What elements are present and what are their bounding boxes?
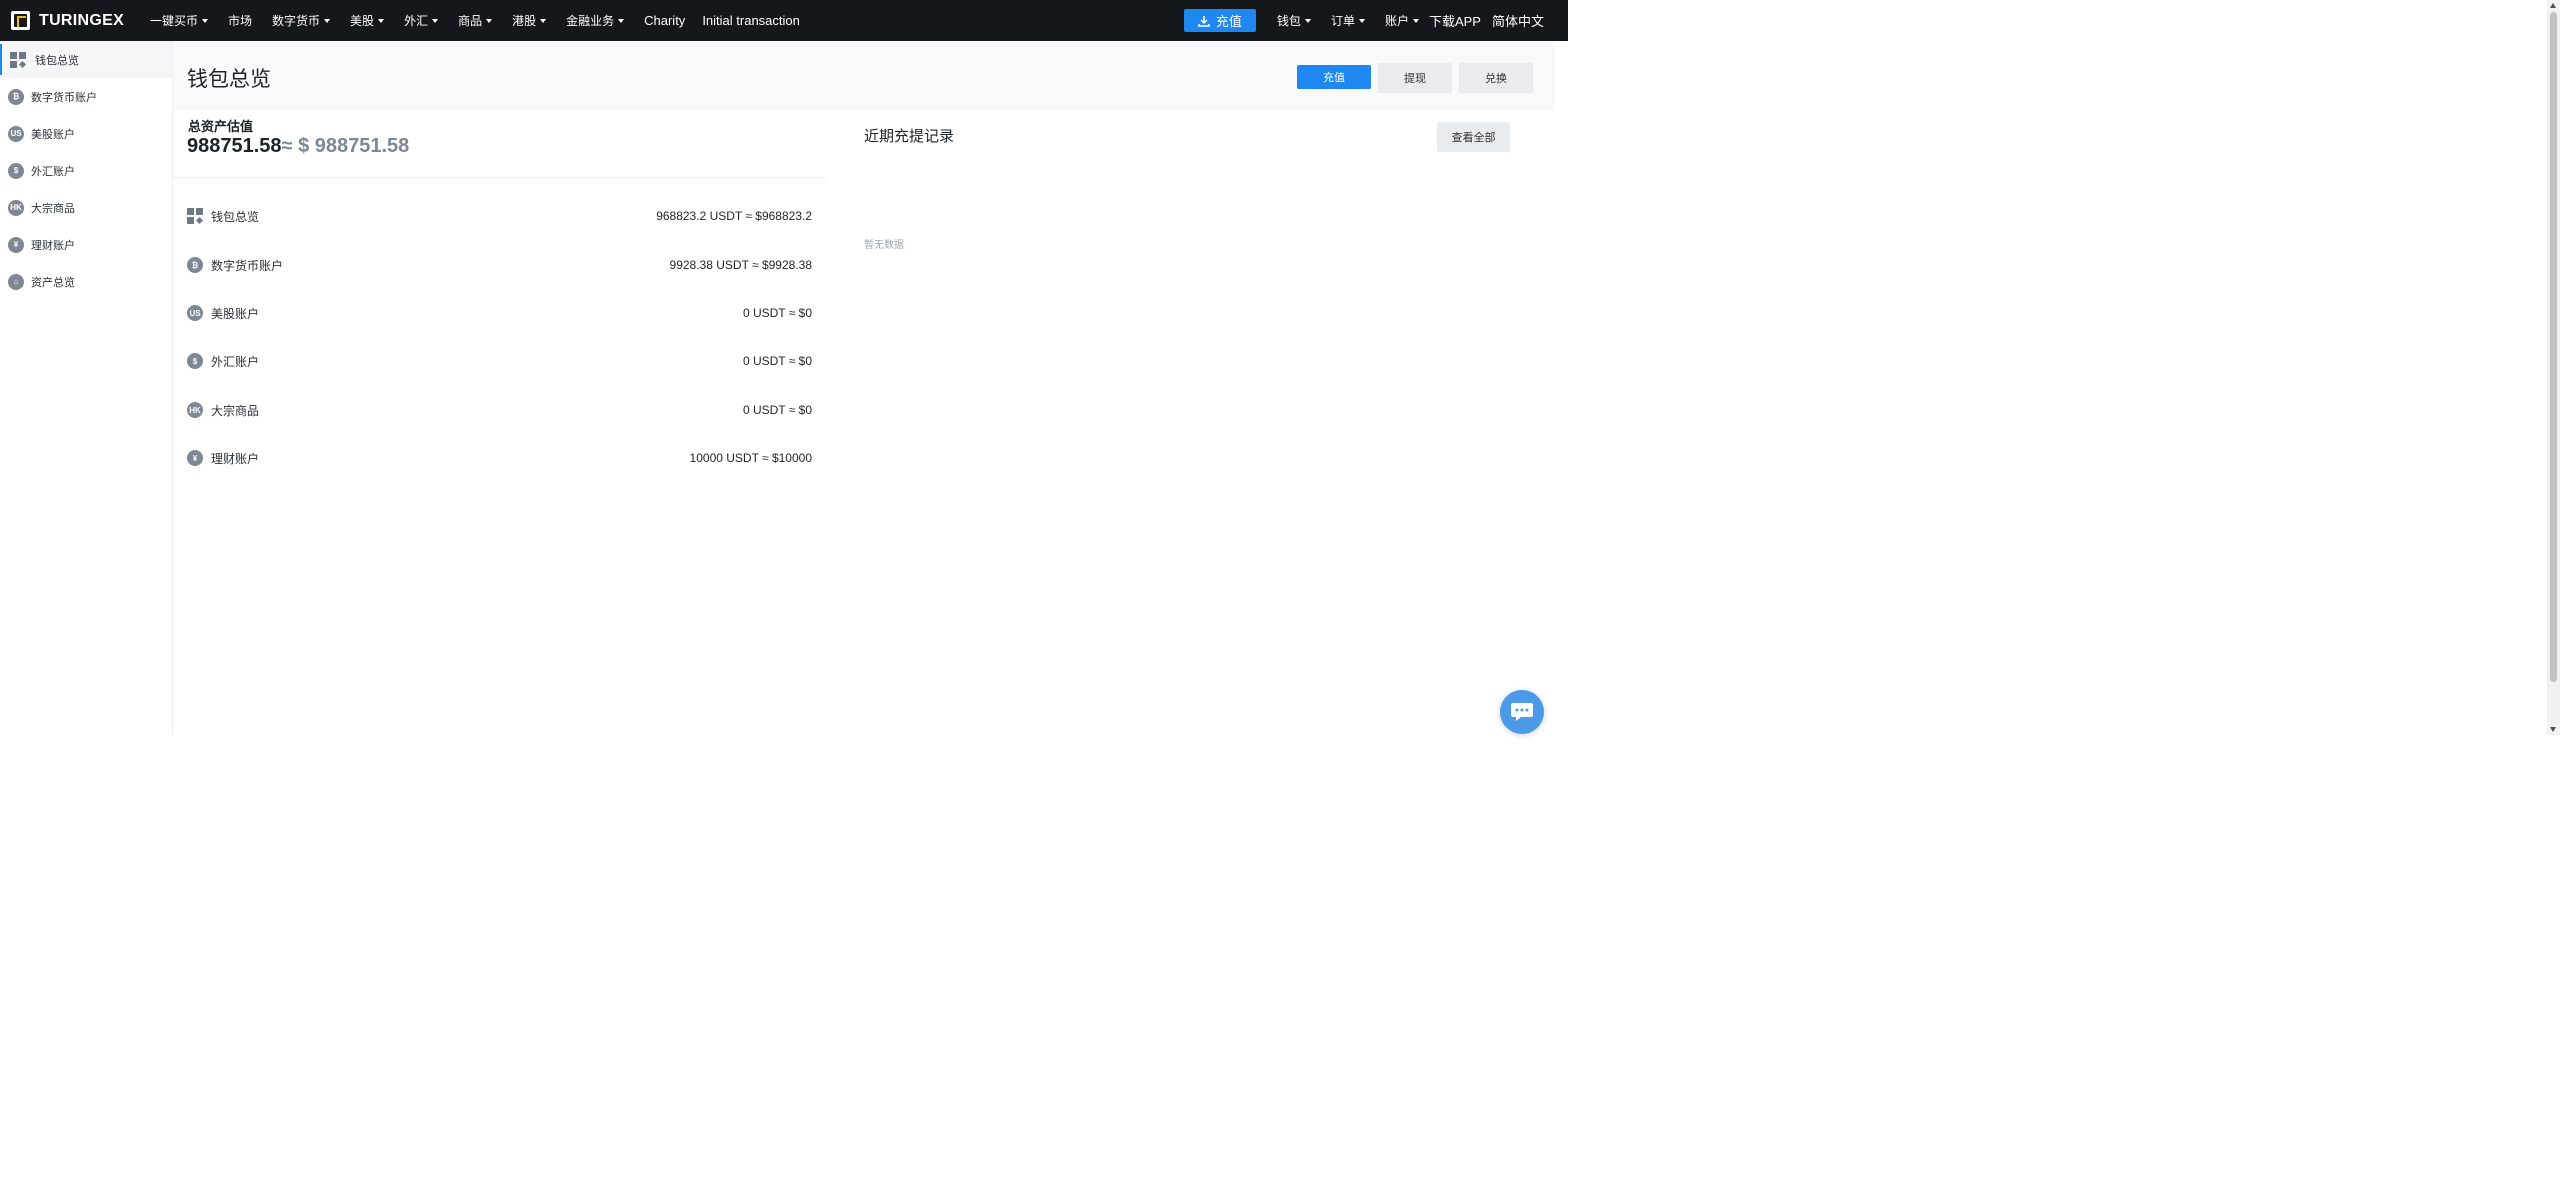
sidebar-item-commodities[interactable]: HK 大宗商品 xyxy=(0,189,172,226)
account-label: 钱包总览 xyxy=(211,209,260,224)
sidebar-item-crypto-account[interactable]: ₿ 数字货币账户 xyxy=(0,78,172,115)
logo-icon xyxy=(11,11,30,30)
account-row-commodities[interactable]: HK 大宗商品 0 USDT ≈ $0 xyxy=(187,400,812,420)
caret-down-icon xyxy=(1412,18,1419,23)
caret-down-icon xyxy=(324,18,331,23)
assets-icon: ⌂ xyxy=(8,273,24,290)
caret-down-icon xyxy=(1358,18,1365,23)
account-label: 理财账户 xyxy=(211,451,260,466)
sidebar-item-label: 美股账户 xyxy=(31,128,75,141)
sidebar-item-us-account[interactable]: US 美股账户 xyxy=(0,115,172,152)
nav-item-forex[interactable]: 外汇 xyxy=(404,12,439,29)
recent-records-title: 近期充提记录 xyxy=(864,128,955,145)
sidebar-item-label: 数字货币账户 xyxy=(31,91,97,104)
scroll-down-icon[interactable] xyxy=(2550,727,2556,732)
vertical-scrollbar[interactable] xyxy=(2547,0,2560,735)
grid-icon xyxy=(10,51,27,68)
nav-item-crypto[interactable]: 数字货币 xyxy=(272,12,331,29)
account-label: 数字货币账户 xyxy=(211,258,284,273)
empty-state-text: 暂无数据 xyxy=(864,240,904,251)
wallet-menu[interactable]: 钱包 xyxy=(1277,12,1311,29)
withdraw-button[interactable]: 提现 xyxy=(1378,63,1452,93)
account-value: 9928.38 USDT ≈ $9928.38 xyxy=(669,258,812,272)
divider xyxy=(173,177,826,178)
page-title: 钱包总览 xyxy=(187,68,271,91)
us-icon: US xyxy=(8,125,24,142)
exchange-button[interactable]: 兑换 xyxy=(1459,63,1533,93)
finance-icon: ¥ xyxy=(8,236,24,253)
scrollbar-thumb[interactable] xyxy=(2550,12,2557,682)
nav-item-initial-transaction[interactable]: Initial transaction xyxy=(702,13,800,28)
nav-item-finance[interactable]: 金融业务 xyxy=(566,12,625,29)
top-deposit-button[interactable]: 充值 xyxy=(1183,9,1256,32)
page-header: 钱包总览 充值 提现 兑换 xyxy=(173,41,1555,111)
total-assets-value: 988751.58≈ $ 988751.58 xyxy=(187,135,409,158)
top-navigation-bar: TURINGEX 一键买币 市场 数字货币 美股 外汇 商品 港股 金融业务 C… xyxy=(0,0,1568,41)
bitcoin-icon: ₿ xyxy=(8,88,24,105)
grid-icon xyxy=(187,208,204,225)
nav-item-market[interactable]: 市场 xyxy=(228,12,252,29)
view-all-button[interactable]: 查看全部 xyxy=(1437,122,1510,152)
deposit-button[interactable]: 充值 xyxy=(1297,65,1371,89)
chat-support-button[interactable] xyxy=(1500,690,1544,734)
account-row-finance[interactable]: ¥ 理财账户 10000 USDT ≈ $10000 xyxy=(187,448,812,468)
scroll-up-icon[interactable] xyxy=(2550,3,2556,8)
caret-down-icon xyxy=(1304,18,1311,23)
sidebar-item-label: 资产总览 xyxy=(31,276,75,289)
account-row-crypto[interactable]: ₿ 数字货币账户 9928.38 USDT ≈ $9928.38 xyxy=(187,255,812,275)
account-value: 0 USDT ≈ $0 xyxy=(742,403,812,417)
total-assets-amount: 988751.58 xyxy=(187,135,282,157)
caret-down-icon xyxy=(618,18,625,23)
caret-down-icon xyxy=(432,18,439,23)
account-value: 0 USDT ≈ $0 xyxy=(742,306,812,320)
sidebar-item-wallet-overview[interactable]: 钱包总览 xyxy=(0,41,172,78)
sidebar-item-label: 钱包总览 xyxy=(35,54,79,67)
account-row-us-stocks[interactable]: US 美股账户 0 USDT ≈ $0 xyxy=(187,303,812,323)
sidebar-item-label: 理财账户 xyxy=(31,239,75,252)
chat-icon xyxy=(1511,703,1533,721)
account-row-wallet-overview[interactable]: 钱包总览 968823.2 USDT ≈ $968823.2 xyxy=(187,206,812,226)
user-nav: 充值 钱包 订单 账户 下载APP 简体中文 xyxy=(1183,0,1544,41)
total-assets-label: 总资产估值 xyxy=(188,119,254,134)
download-icon xyxy=(1198,15,1210,27)
brand-logo[interactable]: TURINGEX xyxy=(11,11,150,30)
sidebar-item-assets-overview[interactable]: ⌂ 资产总览 xyxy=(0,263,172,300)
forex-icon: $ xyxy=(8,162,24,179)
top-deposit-label: 充值 xyxy=(1215,14,1242,29)
sidebar-item-finance-account[interactable]: ¥ 理财账户 xyxy=(0,226,172,263)
caret-down-icon xyxy=(486,18,493,23)
sidebar: 钱包总览 ₿ 数字货币账户 US 美股账户 $ 外汇账户 HK 大宗商品 ¥ 理… xyxy=(0,41,173,735)
us-icon: US xyxy=(187,305,203,321)
nav-item-hk-stocks[interactable]: 港股 xyxy=(512,12,547,29)
main-nav: 一键买币 市场 数字货币 美股 外汇 商品 港股 金融业务 Charity In… xyxy=(150,0,817,41)
hk-icon: HK xyxy=(8,199,24,216)
caret-down-icon xyxy=(202,18,209,23)
account-label: 大宗商品 xyxy=(211,403,260,418)
account-value: 10000 USDT ≈ $10000 xyxy=(689,451,812,465)
download-app-link[interactable]: 下载APP xyxy=(1429,11,1481,30)
sidebar-item-forex-account[interactable]: $ 外汇账户 xyxy=(0,152,172,189)
finance-icon: ¥ xyxy=(187,450,203,466)
nav-item-commodities[interactable]: 商品 xyxy=(458,12,493,29)
nav-item-us-stocks[interactable]: 美股 xyxy=(350,12,385,29)
hk-icon: HK xyxy=(187,402,203,418)
account-value: 968823.2 USDT ≈ $968823.2 xyxy=(656,209,812,223)
account-row-forex[interactable]: $ 外汇账户 0 USDT ≈ $0 xyxy=(187,351,812,371)
nav-item-charity[interactable]: Charity xyxy=(644,13,685,28)
account-label: 外汇账户 xyxy=(211,354,260,369)
caret-down-icon xyxy=(540,18,547,23)
total-assets-usd: ≈ $ 988751.58 xyxy=(281,135,410,157)
forex-icon: $ xyxy=(187,353,203,369)
sidebar-item-label: 外汇账户 xyxy=(31,165,75,178)
language-selector[interactable]: 简体中文 xyxy=(1492,11,1544,30)
brand-name: TURINGEX xyxy=(39,11,125,29)
sidebar-item-label: 大宗商品 xyxy=(31,202,75,215)
account-value: 0 USDT ≈ $0 xyxy=(742,354,812,368)
nav-item-quick-buy[interactable]: 一键买币 xyxy=(150,12,209,29)
caret-down-icon xyxy=(378,18,385,23)
bitcoin-icon: ₿ xyxy=(187,257,203,273)
account-menu[interactable]: 账户 xyxy=(1385,12,1419,29)
orders-menu[interactable]: 订单 xyxy=(1331,12,1365,29)
account-label: 美股账户 xyxy=(211,306,260,321)
